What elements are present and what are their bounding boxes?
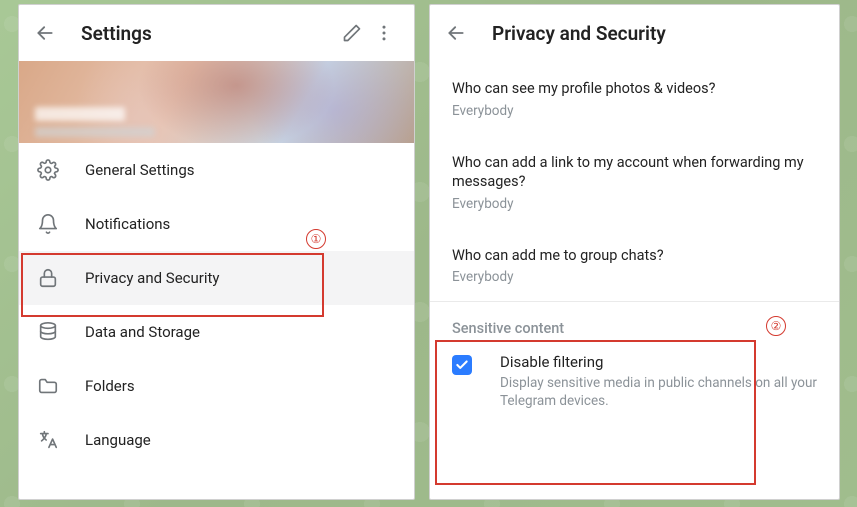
profile-banner[interactable] <box>19 61 414 143</box>
disable-filtering-text: Disable filtering Display sensitive medi… <box>500 353 817 410</box>
gear-icon <box>37 159 59 181</box>
folder-icon <box>37 375 59 397</box>
menu-item-label: Notifications <box>85 215 170 233</box>
back-button[interactable] <box>33 21 57 45</box>
menu-item-folders[interactable]: Folders <box>19 359 414 413</box>
settings-title: Settings <box>81 22 336 45</box>
annotation-badge-1: ① <box>306 229 326 249</box>
settings-panel: Settings General Settings Notifications <box>18 4 415 500</box>
pencil-icon <box>342 23 362 43</box>
menu-item-label: Privacy and Security <box>85 269 220 287</box>
menu-item-label: General Settings <box>85 161 195 179</box>
menu-item-label: Data and Storage <box>85 323 200 341</box>
database-icon <box>37 321 59 343</box>
privacy-panel: Privacy and Security Who can see my prof… <box>429 4 840 500</box>
menu-item-notifications[interactable]: Notifications <box>19 197 414 251</box>
privacy-options-list: Who can see my profile photos & videos? … <box>430 61 839 302</box>
menu-item-language[interactable]: Language <box>19 413 414 467</box>
arrow-left-icon <box>35 23 55 43</box>
privacy-item-title: Who can see my profile photos & videos? <box>452 79 817 99</box>
privacy-item-value: Everybody <box>452 103 817 119</box>
profile-status-blurred <box>35 127 155 137</box>
privacy-item-group-chats[interactable]: Who can add me to group chats? Everybody <box>452 228 817 302</box>
lock-icon <box>37 267 59 289</box>
menu-item-label: Folders <box>85 377 135 395</box>
profile-name-blurred <box>35 107 125 121</box>
bell-icon <box>37 213 59 235</box>
menu-item-privacy-security[interactable]: Privacy and Security <box>19 251 414 305</box>
more-button[interactable] <box>368 17 400 49</box>
edit-button[interactable] <box>336 17 368 49</box>
menu-item-general-settings[interactable]: General Settings <box>19 143 414 197</box>
back-button[interactable] <box>444 21 468 45</box>
check-icon <box>455 358 469 372</box>
disable-filtering-title: Disable filtering <box>500 353 817 371</box>
menu-item-data-storage[interactable]: Data and Storage <box>19 305 414 359</box>
annotation-badge-2: ② <box>766 316 786 336</box>
language-icon <box>37 429 59 451</box>
privacy-item-title: Who can add a link to my account when fo… <box>452 153 817 192</box>
privacy-title: Privacy and Security <box>492 22 825 45</box>
privacy-header: Privacy and Security <box>430 5 839 61</box>
more-vertical-icon <box>374 23 394 43</box>
arrow-left-icon <box>446 23 466 43</box>
privacy-item-profile-photos[interactable]: Who can see my profile photos & videos? … <box>452 61 817 135</box>
disable-filtering-row[interactable]: Disable filtering Display sensitive medi… <box>430 341 839 426</box>
privacy-item-forward-link[interactable]: Who can add a link to my account when fo… <box>452 135 817 228</box>
privacy-item-title: Who can add me to group chats? <box>452 246 817 266</box>
disable-filtering-checkbox[interactable] <box>452 355 472 375</box>
settings-menu: General Settings Notifications Privacy a… <box>19 143 414 499</box>
menu-item-label: Language <box>85 431 151 449</box>
privacy-item-value: Everybody <box>452 269 817 285</box>
privacy-item-value: Everybody <box>452 196 817 212</box>
disable-filtering-description: Display sensitive media in public channe… <box>500 374 817 410</box>
settings-header: Settings <box>19 5 414 61</box>
